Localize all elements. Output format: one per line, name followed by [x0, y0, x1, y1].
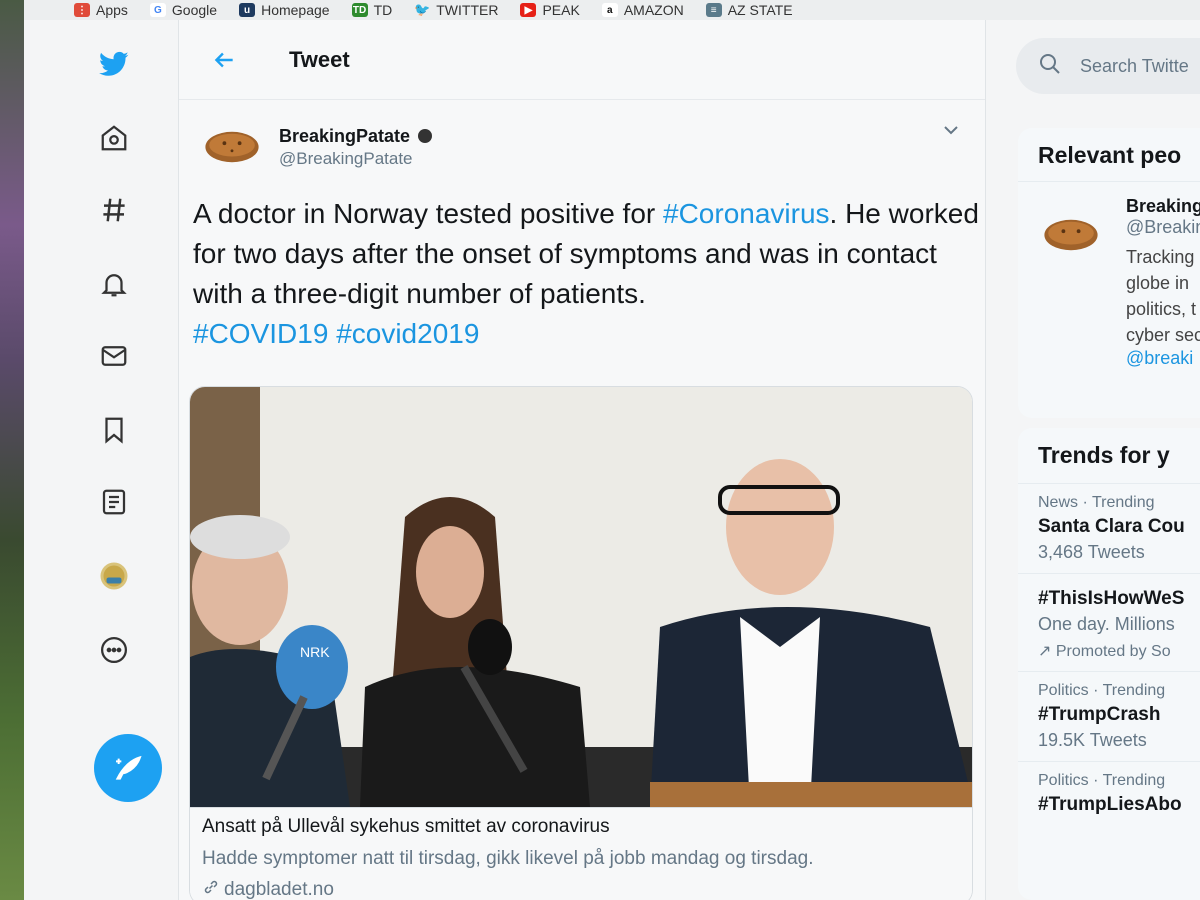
lists-icon[interactable]: [94, 482, 134, 522]
youtube-icon: ▶: [520, 3, 537, 17]
compose-tweet-button[interactable]: [94, 734, 162, 802]
search-icon: [1038, 52, 1062, 81]
messages-envelope-icon[interactable]: [94, 336, 134, 376]
bookmark-az-state[interactable]: ≡ AZ STATE: [705, 2, 793, 18]
card-domain: dagbladet.no: [202, 878, 962, 900]
relevant-person[interactable]: Breaking @Breakin Tracking globe in poli…: [1018, 181, 1200, 383]
az-state-icon: ≡: [705, 3, 722, 17]
notifications-bell-icon[interactable]: [94, 264, 134, 304]
bookmark-homepage[interactable]: u Homepage: [239, 2, 330, 18]
promoted-label: ↗ Promoted by So: [1038, 643, 1171, 660]
bookmarks-bar: ⋮ Apps G Google u Homepage TD TD 🐦 TWITT…: [24, 0, 1200, 20]
search-input[interactable]: Search Twitte: [1016, 38, 1200, 94]
panel-title: Trends for y: [1038, 442, 1170, 468]
person-handle: @Breakin: [1126, 217, 1200, 237]
tweet-author: BreakingPatate @BreakingPatate: [203, 118, 433, 176]
chevron-down-icon[interactable]: [939, 118, 963, 142]
main-timeline-column: Tweet BreakingPatate @BreakingPatate A d…: [178, 20, 986, 900]
page-header: Tweet: [179, 20, 985, 100]
twitter-logo-icon[interactable]: [94, 44, 134, 84]
trend-item[interactable]: News · Trending Santa Clara Cou 3,468 Tw…: [1018, 483, 1200, 573]
homepage-icon: u: [239, 3, 256, 17]
bookmark-amazon[interactable]: a AMAZON: [601, 2, 684, 18]
profile-avatar-icon[interactable]: [94, 556, 134, 596]
person-link[interactable]: @breaki: [1126, 348, 1200, 369]
mic-label: NRK: [300, 644, 330, 660]
article-photo: NRK: [190, 387, 972, 807]
page-title: Tweet: [289, 46, 350, 72]
card-title: Ansatt på Ullevål sykehus smittet av cor…: [202, 816, 610, 837]
feather-quill-icon: [115, 755, 142, 780]
apps-grid-icon: ⋮: [74, 3, 90, 17]
right-sidebar: Search Twitte Relevant peo Breaking @Bre…: [1004, 20, 1200, 900]
trend-item[interactable]: Politics · Trending #TrumpCrash 19.5K Tw…: [1018, 671, 1200, 761]
hashtag-link[interactable]: #Coronavirus: [663, 198, 830, 229]
primary-navigation: [54, 30, 184, 900]
author-name[interactable]: BreakingPatate: [279, 126, 410, 147]
tweet-text: A doctor in Norway tested positive for #…: [193, 198, 979, 349]
hashtag-link[interactable]: #COVID19: [193, 318, 328, 349]
td-bank-icon: TD: [351, 3, 368, 17]
trend-item[interactable]: #ThisIsHowWeS One day. Millions ↗ Promot…: [1018, 573, 1200, 671]
link-preview-card[interactable]: NRK Ansatt på Ullevål sykehus smittet av…: [189, 386, 973, 900]
browser-window: ⋮ Apps G Google u Homepage TD TD 🐦 TWITT…: [24, 0, 1200, 900]
promoted-icon: ↗: [1038, 643, 1052, 660]
bookmarks-icon[interactable]: [94, 410, 134, 450]
bookmark-google[interactable]: G Google: [149, 2, 217, 18]
verified-badge-icon: [418, 129, 433, 143]
author-avatar[interactable]: [203, 118, 261, 176]
panel-title: Relevant peo: [1038, 142, 1182, 168]
amazon-icon: a: [601, 3, 618, 17]
trend-item[interactable]: Politics · Trending #TrumpLiesAbo: [1018, 761, 1200, 826]
trends-panel: Trends for y News · Trending Santa Clara…: [1018, 428, 1200, 900]
more-options-icon[interactable]: [94, 630, 134, 670]
card-info: Ansatt på Ullevål sykehus smittet av cor…: [190, 807, 972, 900]
person-bio: Tracking globe in politics, t cyber sec: [1126, 247, 1200, 345]
bookmark-apps[interactable]: ⋮ Apps: [74, 2, 128, 18]
explore-hashtag-icon[interactable]: [94, 190, 134, 230]
link-icon: [202, 878, 220, 900]
bookmark-twitter[interactable]: 🐦 TWITTER: [414, 2, 498, 18]
author-handle[interactable]: @BreakingPatate: [279, 149, 432, 169]
relevant-people-panel: Relevant peo Breaking @Breakin Tracking …: [1018, 128, 1200, 418]
hashtag-link[interactable]: #covid2019: [336, 318, 479, 349]
home-icon[interactable]: [94, 118, 134, 158]
person-avatar[interactable]: [1042, 216, 1102, 256]
bookmark-td[interactable]: TD TD: [351, 2, 392, 18]
bookmark-peak[interactable]: ▶ PEAK: [520, 2, 580, 18]
card-description: Hadde symptomer natt til tirsdag, gikk l…: [202, 848, 814, 869]
twitter-bird-icon: 🐦: [414, 2, 431, 17]
google-icon: G: [149, 3, 166, 17]
person-name: Breaking: [1126, 196, 1200, 216]
back-arrow-icon[interactable]: [209, 45, 239, 75]
